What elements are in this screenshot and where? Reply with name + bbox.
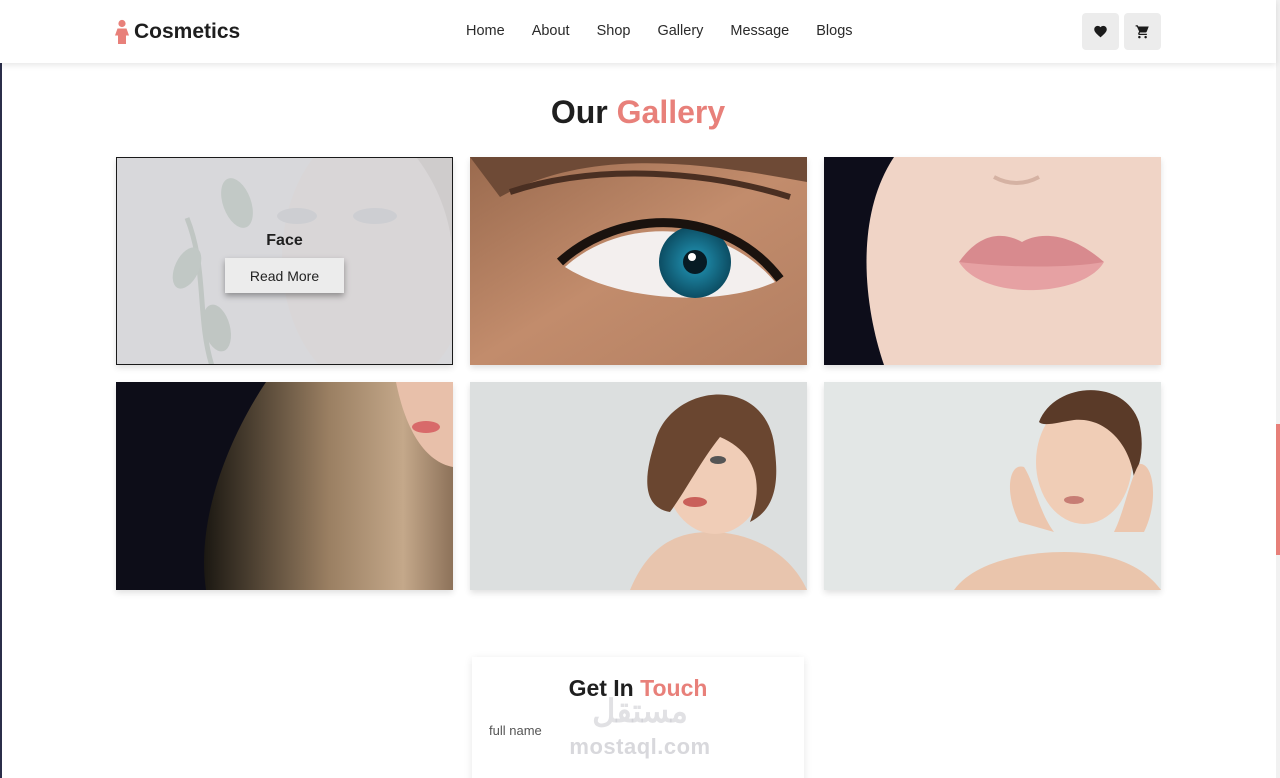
heart-icon (1094, 25, 1107, 38)
gallery-tile-bob[interactable] (470, 382, 807, 590)
nav-about[interactable]: About (532, 22, 570, 40)
gallery-title-main: Our (550, 94, 608, 130)
gallery-title: Our Gallery (0, 94, 1276, 131)
gallery-tile-hair[interactable] (116, 382, 453, 590)
nav-home[interactable]: Home (466, 22, 505, 40)
skincare-photo (824, 382, 1161, 590)
contact-title-main: Get In (568, 675, 634, 701)
person-icon (115, 19, 129, 44)
hair-photo (116, 382, 453, 590)
lips-photo (824, 157, 1161, 365)
brand-name: Cosmetics (134, 20, 241, 43)
brand-logo[interactable]: Cosmetics (114, 18, 240, 46)
wishlist-button[interactable] (1082, 13, 1119, 50)
nav-gallery[interactable]: Gallery (657, 22, 703, 40)
nav-blogs[interactable]: Blogs (816, 22, 852, 40)
site-header: Cosmetics Home About Shop Gallery Messag… (0, 0, 1276, 63)
main-nav: Home About Shop Gallery Message Blogs (466, 22, 853, 40)
gallery-tile-eye[interactable] (470, 157, 807, 365)
contact-title: Get In Touch (472, 675, 804, 702)
tile-caption: Face (266, 232, 303, 249)
gallery-tile-face[interactable]: Face Read More (116, 157, 453, 365)
contact-card: Get In Touch full name (472, 657, 804, 778)
scrollbar-track[interactable] (1276, 0, 1280, 778)
gallery-tile-lips[interactable] (824, 157, 1161, 365)
gallery-tile-skincare[interactable] (824, 382, 1161, 590)
nav-shop[interactable]: Shop (597, 22, 631, 40)
read-more-button[interactable]: Read More (225, 258, 344, 293)
gallery-title-accent: Gallery (616, 94, 726, 130)
bob-haircut-photo (470, 382, 807, 590)
scrollbar-thumb[interactable] (1276, 424, 1280, 555)
contact-title-accent: Touch (640, 675, 708, 701)
eye-photo (470, 157, 807, 365)
cart-button[interactable] (1124, 13, 1161, 50)
nav-message[interactable]: Message (730, 22, 789, 40)
full-name-label: full name (489, 723, 542, 738)
cart-icon (1135, 25, 1149, 39)
